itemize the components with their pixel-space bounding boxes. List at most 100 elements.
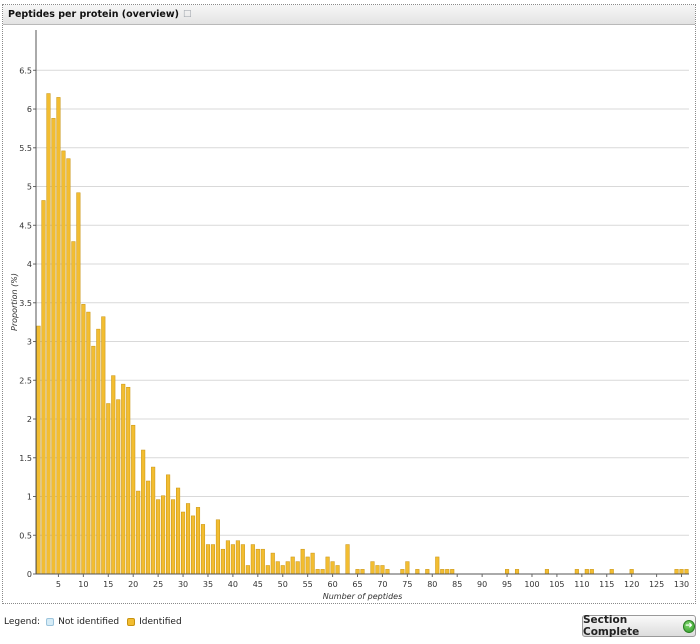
bar [255, 548, 260, 575]
x-tick-label: 75 [402, 580, 412, 589]
bar [71, 241, 76, 575]
bar [185, 503, 191, 575]
y-tick-label: 1 [27, 493, 32, 502]
bar [141, 449, 146, 575]
x-tick-label: 30 [178, 580, 188, 589]
bar [101, 316, 106, 575]
bar [66, 158, 71, 575]
bar [116, 399, 121, 575]
bar [415, 569, 420, 575]
bar [190, 515, 196, 575]
bar [400, 569, 405, 575]
x-tick-label: 110 [574, 580, 589, 589]
bar [345, 544, 350, 575]
bar [435, 556, 440, 575]
bar [195, 507, 201, 575]
bar [161, 495, 166, 575]
x-tick-label: 120 [624, 580, 639, 589]
legend-label-not-identified: Not identified [58, 617, 120, 627]
legend-title: Legend: [4, 617, 41, 627]
bar [176, 487, 181, 575]
bar [106, 403, 111, 575]
bar [250, 544, 255, 575]
bar [330, 561, 335, 575]
bar [225, 540, 230, 575]
x-tick-label: 10 [78, 580, 88, 589]
bar [76, 192, 81, 575]
x-tick-label: 90 [477, 580, 487, 589]
x-tick-label: 70 [377, 580, 387, 589]
bar [205, 544, 211, 575]
x-tick-label: 125 [649, 580, 664, 589]
bar [609, 569, 614, 575]
bar [305, 556, 310, 575]
bar [220, 548, 225, 575]
bar [629, 569, 634, 575]
bar [370, 561, 375, 575]
y-tick-label: 5 [27, 183, 32, 192]
bar [544, 569, 549, 575]
x-tick-label: 50 [278, 580, 288, 589]
y-tick-label: 5.5 [19, 144, 32, 153]
x-tick-label: 25 [153, 580, 163, 589]
bar [574, 569, 579, 575]
y-tick-label: 3 [27, 338, 32, 347]
x-tick-label: 115 [599, 580, 614, 589]
x-tick-label: 130 [674, 580, 689, 589]
bar [126, 386, 131, 575]
bar [674, 569, 679, 575]
y-axis-title: Proportion (%) [10, 273, 19, 331]
bar [380, 565, 385, 575]
bar [360, 569, 365, 575]
bar [136, 490, 141, 575]
bar [61, 150, 66, 575]
y-tick-label: 6.5 [19, 66, 32, 75]
legend: Legend: Not identified Identified [4, 614, 190, 630]
bar [156, 499, 161, 575]
y-tick-label: 4.5 [19, 221, 32, 230]
bar [589, 569, 594, 575]
x-tick-label: 15 [103, 580, 113, 589]
bar [405, 561, 410, 575]
section-complete-button[interactable]: Section Complete ➜ [582, 614, 696, 638]
bar [514, 569, 520, 575]
bar [265, 565, 270, 575]
bar [215, 519, 220, 575]
y-tick-label: 0 [27, 570, 32, 579]
bar [450, 569, 455, 575]
bar [51, 118, 56, 575]
bar [315, 569, 320, 575]
x-tick-label: 95 [502, 580, 512, 589]
arrow-right-circle-icon: ➜ [682, 619, 695, 633]
y-tick-label: 2.5 [19, 376, 32, 385]
bar [46, 93, 51, 575]
bar [41, 200, 46, 575]
bar [146, 480, 151, 575]
bar [131, 424, 136, 575]
legend-item-identified[interactable]: Identified [127, 617, 182, 627]
bar [230, 544, 235, 575]
bar [584, 569, 589, 575]
x-tick-label: 80 [427, 580, 437, 589]
x-tick-label: 35 [203, 580, 213, 589]
x-axis-title: Number of peptides [323, 592, 403, 601]
bar [81, 304, 86, 575]
bar [121, 383, 126, 575]
legend-item-not-identified[interactable]: Not identified [46, 617, 119, 627]
legend-swatch-not-identified [46, 618, 55, 626]
bar [375, 565, 380, 575]
bar [270, 552, 275, 575]
bar [171, 499, 176, 575]
y-tick-label: 2 [27, 415, 32, 424]
legend-swatch-identified [127, 618, 136, 626]
y-tick-label: 1.5 [19, 454, 32, 463]
bar [245, 565, 250, 575]
x-tick-label: 40 [228, 580, 238, 589]
bar [235, 540, 240, 575]
bar [355, 569, 360, 575]
y-tick-label: 6 [27, 105, 32, 114]
bar [210, 544, 216, 575]
x-tick-label: 60 [327, 580, 337, 589]
bar [181, 511, 186, 575]
bar [445, 569, 450, 575]
